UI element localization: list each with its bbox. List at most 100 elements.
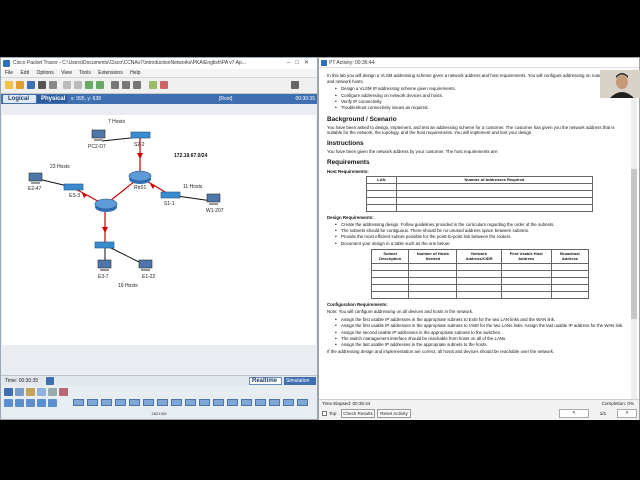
config-note: Note: You will configure addressing on a…	[327, 309, 474, 315]
pc-right-icon[interactable]	[206, 193, 222, 207]
tab-physical[interactable]: Physical	[37, 95, 67, 103]
wizard-icon[interactable]	[49, 81, 57, 89]
device-model-10-icon[interactable]	[199, 399, 210, 406]
pc-bottom-right-icon[interactable]	[138, 259, 154, 273]
next-page-button[interactable]: >	[617, 409, 637, 418]
switches-icon[interactable]	[15, 399, 24, 407]
help-icon[interactable]	[291, 81, 299, 89]
pc-bottom-left-icon[interactable]	[97, 259, 113, 273]
device-model-4-icon[interactable]	[115, 399, 126, 406]
design-requirement-item: Document your design in a table such as …	[327, 241, 626, 248]
pc-top-icon[interactable]	[91, 129, 107, 143]
zoom-reset-icon[interactable]	[122, 81, 130, 89]
device-model-8-icon[interactable]	[171, 399, 182, 406]
instructions-text: You have been given the network address …	[327, 149, 499, 154]
switch-s2-icon[interactable]	[130, 130, 152, 140]
router-r1-icon[interactable]	[128, 169, 152, 185]
person-icon	[600, 70, 640, 98]
menu-options[interactable]: Options	[36, 70, 53, 76]
misc-icon[interactable]	[48, 388, 57, 396]
router-r2-icon[interactable]	[94, 197, 118, 213]
activity-scrollbar[interactable]	[631, 69, 637, 399]
custom-device-icon[interactable]	[160, 81, 168, 89]
device-model-11-icon[interactable]	[213, 399, 224, 406]
wireless-icon[interactable]	[37, 399, 46, 407]
check-results-button[interactable]: Check Results	[341, 409, 375, 418]
device-model-1-icon[interactable]	[73, 399, 84, 406]
paste-icon[interactable]	[74, 81, 82, 89]
table-row	[366, 189, 594, 198]
activity-title-bar: PT Activity: 00:36:44	[319, 58, 639, 68]
pc-left-icon[interactable]	[28, 172, 44, 186]
zoom-in-icon[interactable]	[111, 81, 119, 89]
table-row	[370, 291, 590, 300]
redo-icon[interactable]	[96, 81, 104, 89]
menu-help[interactable]: Help	[130, 70, 140, 76]
table-header: Network Address/CIDR	[456, 249, 502, 265]
switch-s3-icon[interactable]	[63, 182, 85, 192]
tab-logical[interactable]: Logical	[3, 95, 36, 103]
table-row	[366, 182, 594, 191]
network-devices-icon[interactable]	[4, 388, 13, 396]
device-model-caption: 2621XM	[151, 411, 167, 416]
print-icon[interactable]	[38, 81, 46, 89]
topology-canvas[interactable]: 7 Hosts PC2-D7 S2-2 172.19.67.0/24 23 Ho…	[2, 115, 316, 345]
hubs-icon[interactable]	[26, 399, 35, 407]
open-icon[interactable]	[16, 81, 24, 89]
scrollbar-thumb[interactable]	[631, 169, 637, 319]
window-controls[interactable]: –□✕	[287, 58, 314, 69]
device-model-5-icon[interactable]	[129, 399, 140, 406]
security-icon[interactable]	[48, 399, 57, 407]
table-row	[366, 196, 594, 205]
device-model-2-icon[interactable]	[87, 399, 98, 406]
save-icon[interactable]	[27, 81, 35, 89]
device-model-15-icon[interactable]	[269, 399, 280, 406]
top-checkbox[interactable]	[322, 411, 327, 417]
host-requirements-label: Host Requirements:	[327, 168, 369, 174]
switch-s2-label: S2-2	[134, 142, 145, 148]
simulation-mode-button[interactable]: Simulation	[284, 377, 316, 385]
switch-s3-label: ES-3	[69, 193, 81, 199]
table-header: Subnet Description	[370, 249, 410, 265]
objective-item: Troubleshoot connectivity issues as requ…	[327, 105, 626, 112]
mode-time: 00:30:35	[295, 96, 315, 102]
menu-tools[interactable]: Tools	[79, 70, 91, 76]
packet-tracer-window: Cisco Packet Tracer - C:\Users\Documents…	[0, 57, 318, 420]
pt-status-bar: Time: 00:30:35 Realtime Simulation	[1, 375, 317, 385]
webcam-overlay	[600, 70, 640, 98]
top-label: Top	[329, 411, 337, 416]
switch-s1-icon[interactable]	[160, 190, 182, 200]
device-model-6-icon[interactable]	[143, 399, 154, 406]
previous-page-button[interactable]: <	[559, 409, 589, 418]
components-icon[interactable]	[26, 388, 35, 396]
end-devices-icon[interactable]	[15, 388, 24, 396]
menu-extensions[interactable]: Extensions	[98, 70, 122, 76]
menu-edit[interactable]: Edit	[20, 70, 29, 76]
palette-icon[interactable]	[149, 81, 157, 89]
device-model-14-icon[interactable]	[255, 399, 266, 406]
undo-icon[interactable]	[85, 81, 93, 89]
device-model-16-icon[interactable]	[283, 399, 294, 406]
switch-s4-icon[interactable]	[94, 240, 116, 250]
device-model-12-icon[interactable]	[227, 399, 238, 406]
reset-activity-button[interactable]: Reset Activity	[377, 409, 411, 418]
menu-file[interactable]: File	[5, 70, 13, 76]
routers-icon[interactable]	[4, 399, 13, 407]
connections-icon[interactable]	[37, 388, 46, 396]
page-indicator: 1/1	[599, 411, 607, 416]
realtime-mode-button[interactable]: Realtime	[249, 377, 282, 385]
play-icon[interactable]	[46, 377, 54, 385]
device-model-3-icon[interactable]	[101, 399, 112, 406]
root-label[interactable]: [Root]	[219, 94, 232, 104]
multiuser-icon[interactable]	[59, 388, 68, 396]
device-model-7-icon[interactable]	[157, 399, 168, 406]
device-model-13-icon[interactable]	[241, 399, 252, 406]
menu-view[interactable]: View	[61, 70, 72, 76]
new-icon[interactable]	[5, 81, 13, 89]
copy-icon[interactable]	[63, 81, 71, 89]
device-model-17-icon[interactable]	[297, 399, 308, 406]
zoom-out-icon[interactable]	[133, 81, 141, 89]
top-toggle[interactable]: Top	[322, 410, 336, 417]
device-model-9-icon[interactable]	[185, 399, 196, 406]
switch-s1-label: S1-1	[164, 201, 175, 207]
